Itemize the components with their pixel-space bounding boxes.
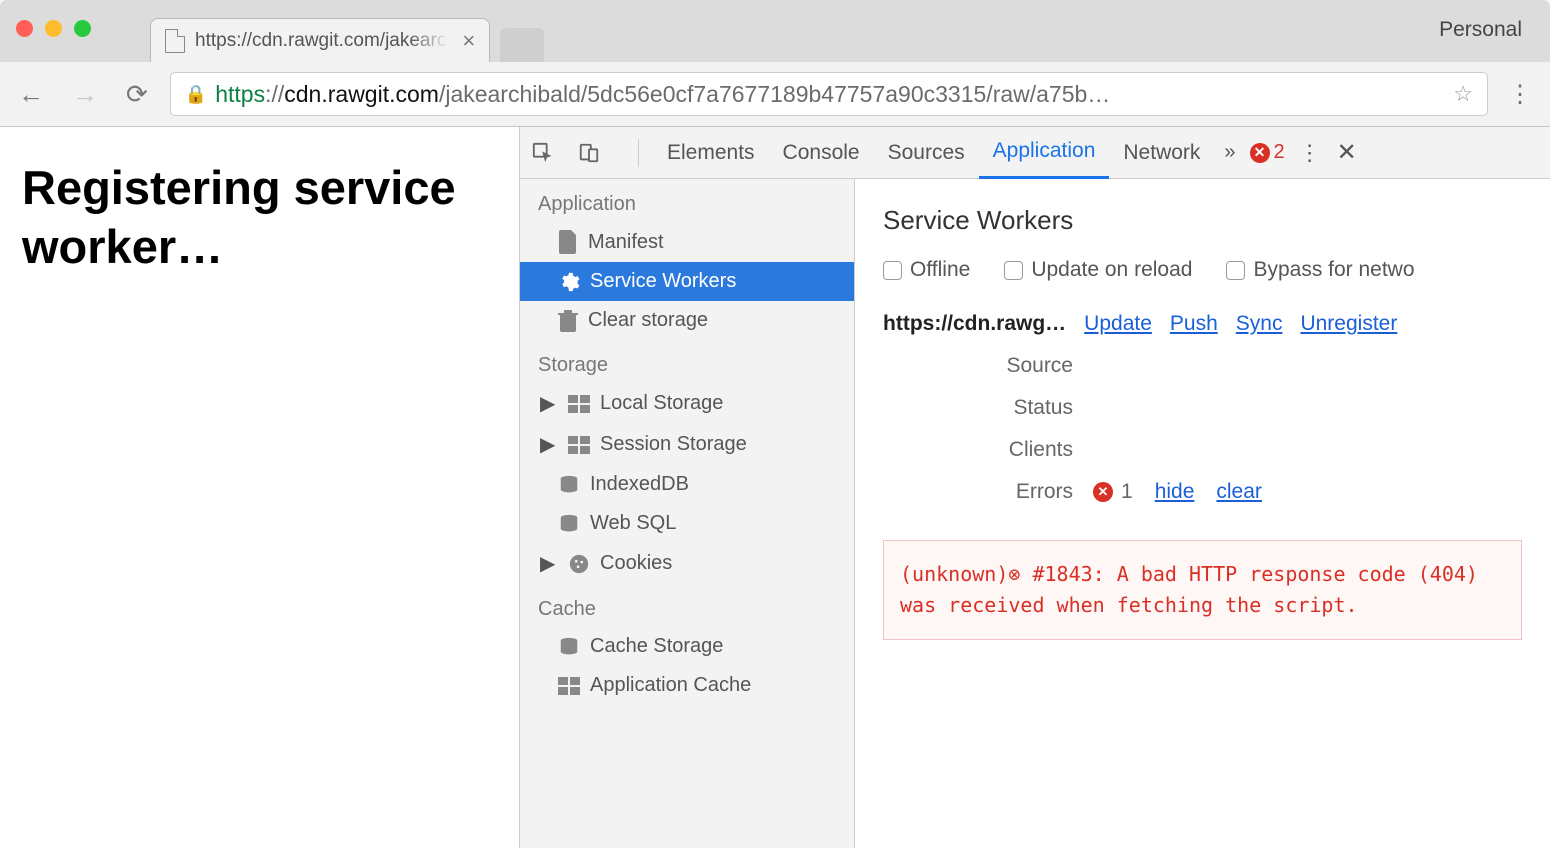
sidebar-item-cache-storage[interactable]: Cache Storage xyxy=(520,627,854,666)
sidebar-group-storage: Storage xyxy=(520,340,854,383)
expand-icon[interactable]: ▶ xyxy=(540,391,554,416)
sidebar-item-local-storage[interactable]: ▶ Local Storage xyxy=(520,383,854,424)
errors-label: Errors xyxy=(883,480,1093,504)
chrome-menu-icon[interactable]: ⋮ xyxy=(1508,80,1532,109)
sidebar-item-indexeddb[interactable]: IndexedDB xyxy=(520,465,854,504)
tab-strip: https://cdn.rawgit.com/jakearc × Persona… xyxy=(0,0,1550,62)
tab-elements[interactable]: Elements xyxy=(653,127,769,179)
error-message: (unknown)⊗ #1843: A bad HTTP response co… xyxy=(883,540,1522,640)
sidebar-item-service-workers[interactable]: Service Workers xyxy=(520,262,854,301)
offline-checkbox[interactable]: Offline xyxy=(883,258,970,282)
clear-link[interactable]: clear xyxy=(1216,480,1262,504)
unregister-link[interactable]: Unregister xyxy=(1300,312,1397,336)
panel-title: Service Workers xyxy=(883,205,1522,236)
back-button[interactable]: ← xyxy=(18,79,44,110)
source-label: Source xyxy=(883,354,1093,378)
sidebar-item-cookies[interactable]: ▶ Cookies xyxy=(520,543,854,584)
more-tabs-icon[interactable]: » xyxy=(1214,141,1245,164)
update-link[interactable]: Update xyxy=(1084,312,1152,336)
address-bar[interactable]: 🔒 https://cdn.rawgit.com/jakearchibald/5… xyxy=(170,72,1488,116)
bookmark-icon[interactable]: ☆ xyxy=(1453,81,1473,107)
tab-sources[interactable]: Sources xyxy=(874,127,979,179)
profile-label[interactable]: Personal xyxy=(1439,18,1522,42)
sidebar-item-manifest[interactable]: Manifest xyxy=(520,222,854,262)
close-window-icon[interactable] xyxy=(16,20,33,37)
push-link[interactable]: Push xyxy=(1170,312,1218,336)
tab-network[interactable]: Network xyxy=(1109,127,1214,179)
sidebar-item-application-cache[interactable]: Application Cache xyxy=(520,666,854,705)
sidebar-item-session-storage[interactable]: ▶ Session Storage xyxy=(520,424,854,465)
bypass-network-checkbox[interactable]: Bypass for netwo xyxy=(1226,258,1414,282)
tab-application[interactable]: Application xyxy=(979,127,1110,179)
error-badge[interactable]: ✕2 xyxy=(1250,141,1285,164)
page-content: Registering service worker… xyxy=(0,127,519,848)
sw-origin: https://cdn.rawg… xyxy=(883,312,1066,336)
application-sidebar: Application Manifest Service Workers Cle… xyxy=(520,179,855,848)
error-count: 1 xyxy=(1121,480,1133,504)
window-controls xyxy=(16,20,91,37)
expand-icon[interactable]: ▶ xyxy=(540,432,554,457)
reload-button[interactable]: ⟳ xyxy=(126,79,148,110)
update-on-reload-checkbox[interactable]: Update on reload xyxy=(1004,258,1192,282)
hide-link[interactable]: hide xyxy=(1155,480,1195,504)
maximize-window-icon[interactable] xyxy=(74,20,91,37)
devtools-tabbar: Elements Console Sources Application Net… xyxy=(520,127,1550,179)
new-tab-button[interactable] xyxy=(500,28,544,62)
lock-icon: 🔒 xyxy=(185,84,207,105)
sync-link[interactable]: Sync xyxy=(1236,312,1283,336)
sidebar-group-application: Application xyxy=(520,179,854,222)
forward-button: → xyxy=(72,79,98,110)
tab-title: https://cdn.rawgit.com/jakearc xyxy=(195,30,446,52)
url-text: https://cdn.rawgit.com/jakearchibald/5dc… xyxy=(215,81,1443,108)
status-label: Status xyxy=(883,396,1093,420)
devtools-panel: Elements Console Sources Application Net… xyxy=(519,127,1550,848)
tab-console[interactable]: Console xyxy=(769,127,874,179)
devtools-close-icon[interactable]: ✕ xyxy=(1337,138,1357,167)
expand-icon[interactable]: ▶ xyxy=(540,551,554,576)
clients-label: Clients xyxy=(883,438,1093,462)
sidebar-group-cache: Cache xyxy=(520,584,854,627)
close-tab-icon[interactable]: × xyxy=(462,28,475,54)
devtools-menu-icon[interactable]: ⋮ xyxy=(1299,140,1321,166)
service-workers-panel: Service Workers Offline Update on reload… xyxy=(855,179,1550,848)
browser-tab[interactable]: https://cdn.rawgit.com/jakearc × xyxy=(150,18,490,62)
device-toggle-icon[interactable] xyxy=(578,142,610,164)
error-icon: ✕ xyxy=(1093,482,1113,502)
minimize-window-icon[interactable] xyxy=(45,20,62,37)
page-heading: Registering service worker… xyxy=(22,159,497,277)
toolbar: ← → ⟳ 🔒 https://cdn.rawgit.com/jakearchi… xyxy=(0,62,1550,127)
sidebar-item-clear-storage[interactable]: Clear storage xyxy=(520,301,854,340)
inspect-icon[interactable] xyxy=(532,142,564,164)
sidebar-item-websql[interactable]: Web SQL xyxy=(520,504,854,543)
page-icon xyxy=(165,29,185,53)
